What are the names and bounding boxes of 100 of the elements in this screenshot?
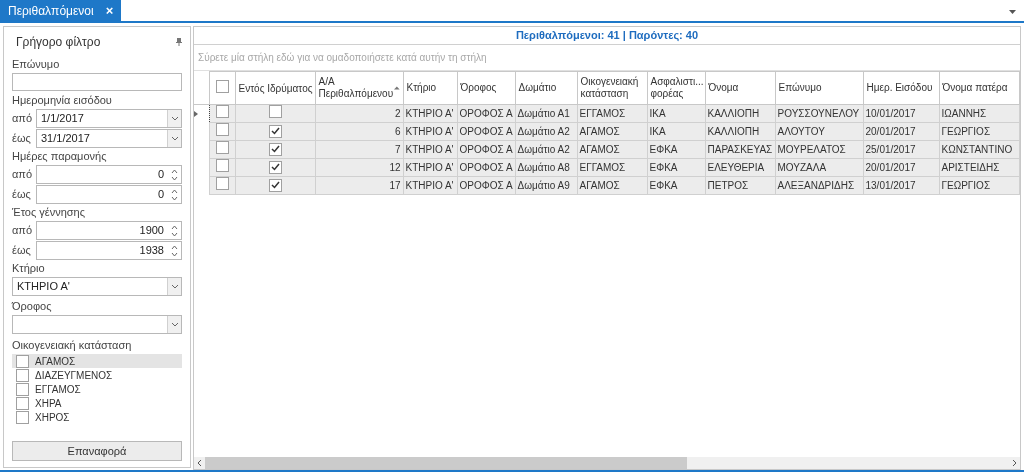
range-label: έως xyxy=(12,187,32,203)
column-header[interactable]: Δωμάτιο xyxy=(515,71,577,105)
table-cell: ΙΚΑ xyxy=(647,122,705,141)
scroll-right-icon[interactable] xyxy=(1012,459,1017,467)
table-cell: ΕΛΕΥΘΕΡΙΑ xyxy=(705,158,775,177)
table-cell: ΑΓΑΜΟΣ xyxy=(577,176,647,195)
column-header[interactable]: Ημερ. Εισόδου xyxy=(863,71,939,105)
table-cell: ΚΤΗΡΙΟ Α' xyxy=(403,158,457,177)
filter-label: Όροφος xyxy=(12,299,53,313)
spin-arrows-icon xyxy=(171,244,178,257)
spin-arrows-icon xyxy=(171,168,178,181)
range-label: από xyxy=(12,167,32,183)
checklist-item[interactable]: ΧΗΡΟΣ xyxy=(12,410,182,424)
table-cell: ΑΛΟΥΤΟΥ xyxy=(775,122,863,141)
chevron-down-icon xyxy=(170,284,179,289)
table-cell: ΙΚΑ xyxy=(647,104,705,123)
filter-label: Ημερομηνία εισόδου xyxy=(12,93,113,107)
column-header[interactable]: Επώνυμο xyxy=(775,71,863,105)
row-checkbox[interactable] xyxy=(215,159,229,172)
table-cell: ΙΩΑΝΝΗΣ xyxy=(939,104,1020,123)
checkbox[interactable] xyxy=(16,410,29,424)
date-field[interactable]: 1/1/2017 xyxy=(36,109,182,128)
table-cell: 17 xyxy=(315,176,403,195)
filter-label: Κτήριο xyxy=(12,261,46,275)
column-header[interactable]: Κτήριο xyxy=(403,71,457,105)
document-tab[interactable]: Περιθαλπόμενοι × xyxy=(0,0,122,21)
table-cell: ΚΤΗΡΙΟ Α' xyxy=(403,176,457,195)
table-cell: ΚΑΛΛΙΟΠΗ xyxy=(705,122,775,141)
table-cell: ΓΕΩΡΓΙΟΣ xyxy=(939,176,1020,195)
number-field[interactable]: 0 xyxy=(36,185,182,204)
number-field[interactable]: 0 xyxy=(36,165,182,184)
table-cell: 7 xyxy=(315,140,403,159)
row-checkbox[interactable] xyxy=(215,105,229,118)
table-cell: ΑΡΙΣΤΕΙΔΗΣ xyxy=(939,158,1020,177)
column-header[interactable]: Ασφαλιστι... φορέας xyxy=(647,71,705,105)
table-cell: Δωμάτιο Α9 xyxy=(515,176,577,195)
checkbox[interactable] xyxy=(16,354,29,368)
in-facility-checkbox[interactable] xyxy=(268,142,282,156)
table-cell: ΕΦΚΑ xyxy=(647,158,705,177)
column-header[interactable]: Α/Α Περιθαλπόμενου xyxy=(315,71,403,105)
table-cell: ΟΡΟΦΟΣ Α xyxy=(457,104,515,123)
in-facility-checkbox[interactable] xyxy=(268,178,282,192)
table-cell: ΚΑΛΛΙΟΠΗ xyxy=(705,104,775,123)
range-label: από xyxy=(12,223,32,239)
checkbox[interactable] xyxy=(16,396,29,410)
in-facility-checkbox[interactable] xyxy=(268,124,282,138)
range-label: έως xyxy=(12,131,32,147)
floor-dropdown[interactable] xyxy=(12,315,182,334)
filter-label: Έτος γέννησης xyxy=(12,205,87,219)
table-cell: Δωμάτιο Α1 xyxy=(515,104,577,123)
in-facility-checkbox[interactable] xyxy=(268,105,282,118)
table-cell: ΕΦΚΑ xyxy=(647,140,705,159)
surname-field[interactable] xyxy=(12,73,182,91)
table-cell: 2 xyxy=(315,104,403,123)
table-cell: ΓΕΩΡΓΙΟΣ xyxy=(939,122,1020,141)
table-cell: ΑΓΑΜΟΣ xyxy=(577,140,647,159)
table-cell: ΚΤΗΡΙΟ Α' xyxy=(403,122,457,141)
number-field[interactable]: 1938 xyxy=(36,241,182,260)
checkbox[interactable] xyxy=(16,368,29,382)
checkbox[interactable] xyxy=(16,382,29,396)
chevron-down-icon xyxy=(170,322,179,327)
reset-button[interactable]: Επαναφορά xyxy=(12,441,182,461)
summary-bar: Περιθαλπόμενοι: 41 | Παρόντες: 40 xyxy=(194,27,1020,45)
number-field[interactable]: 1900 xyxy=(36,221,182,240)
range-label: έως xyxy=(12,243,32,259)
table-cell: ΕΓΓΑΜΟΣ xyxy=(577,158,647,177)
building-dropdown[interactable]: ΚΤΗΡΙΟ Α' xyxy=(12,277,182,296)
table-cell: ΠΑΡΑΣΚΕΥΑΣ xyxy=(705,140,775,159)
table-cell: ΜΟΥΖΑΛΑ xyxy=(775,158,863,177)
filter-label: Οικογενειακή κατάσταση xyxy=(12,338,133,352)
row-checkbox[interactable] xyxy=(215,141,229,154)
dropdown-arrow-icon[interactable] xyxy=(1009,10,1016,14)
column-header[interactable]: Εντός Ιδρύματος xyxy=(235,71,315,105)
checklist-item[interactable]: ΑΓΑΜΟΣ xyxy=(12,354,182,368)
table-cell: 13/01/2017 xyxy=(863,176,939,195)
close-tab-button[interactable]: × xyxy=(105,0,114,21)
column-header[interactable]: Όροφος xyxy=(457,71,515,105)
spin-arrows-icon xyxy=(171,224,178,237)
scroll-left-icon[interactable] xyxy=(197,459,202,467)
column-header[interactable]: Όνομα xyxy=(705,71,775,105)
table-cell: ΟΡΟΦΟΣ Α xyxy=(457,158,515,177)
filter-label: Επώνυμο xyxy=(12,57,61,71)
table-cell: ΡΟΥΣΣΟΥΝΕΛΟΥ xyxy=(775,104,863,123)
horizontal-scrollbar[interactable] xyxy=(194,457,1020,469)
chevron-down-icon xyxy=(170,136,179,141)
in-facility-checkbox[interactable] xyxy=(268,160,282,174)
date-field[interactable]: 31/1/2017 xyxy=(36,129,182,148)
table-cell: ΚΩΝΣΤΑΝΤΙΝΟ xyxy=(939,140,1020,159)
checklist-item[interactable]: ΕΓΓΑΜΟΣ xyxy=(12,382,182,396)
row-checkbox[interactable] xyxy=(215,123,229,136)
table-cell: 25/01/2017 xyxy=(863,140,939,159)
checklist-item[interactable]: ΧΗΡΑ xyxy=(12,396,182,410)
pin-icon[interactable] xyxy=(176,38,182,46)
select-all-checkbox[interactable] xyxy=(215,79,229,93)
checklist-item[interactable]: ΔΙΑΖΕΥΓΜΕΝΟΣ xyxy=(12,368,182,382)
table-cell: ΠΕΤΡΟΣ xyxy=(705,176,775,195)
column-header[interactable]: Οικογενειακή κατάσταση xyxy=(577,71,647,105)
chevron-down-icon xyxy=(170,116,179,121)
row-checkbox[interactable] xyxy=(215,177,229,190)
column-header[interactable]: Όνομα πατέρα xyxy=(939,71,1020,105)
